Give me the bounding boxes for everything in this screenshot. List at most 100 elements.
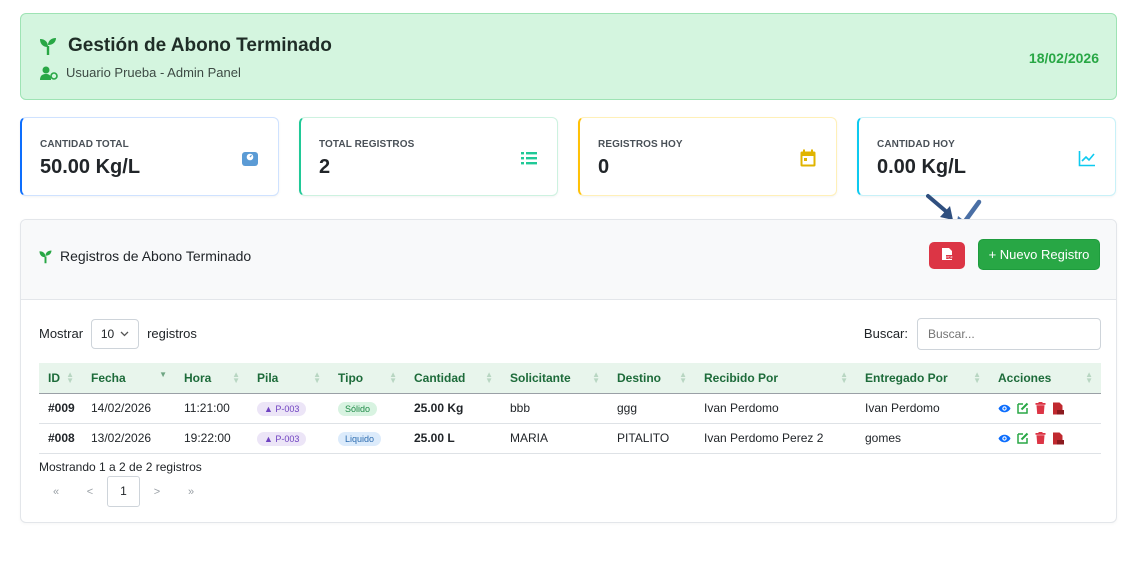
- cell-entregado-por: gomes: [856, 423, 989, 454]
- eye-icon[interactable]: [998, 433, 1011, 444]
- last-page-button[interactable]: »: [174, 486, 208, 498]
- stat-label: CANTIDAD HOY: [877, 139, 955, 150]
- cell-solicitante: MARIA: [501, 423, 608, 454]
- search-control: Buscar:: [863, 317, 1101, 350]
- records-panel: Registros de Abono Terminado PDF + Nuevo…: [20, 219, 1117, 523]
- page-1-button[interactable]: 1: [107, 476, 140, 507]
- user-cog-icon: [40, 66, 58, 80]
- page-size-select[interactable]: 10: [91, 318, 140, 349]
- prev-page-button[interactable]: <: [73, 486, 107, 498]
- stat-card-registros-hoy: REGISTROS HOY 0: [578, 117, 837, 196]
- edit-icon[interactable]: [1017, 432, 1029, 444]
- column-header-id[interactable]: ID ▲ ▼: [39, 363, 82, 393]
- cell-acciones: [989, 423, 1101, 454]
- cell-pila: ▲ P-003: [248, 423, 329, 454]
- new-record-button[interactable]: + Nuevo Registro: [978, 239, 1100, 270]
- column-header-fecha[interactable]: Fecha ▼: [82, 363, 175, 393]
- column-header-cantidad[interactable]: Cantidad ▲ ▼: [405, 363, 501, 393]
- column-header-solicitante[interactable]: Solicitante ▲ ▼: [501, 363, 608, 393]
- page-size-value: 10: [100, 326, 115, 341]
- cell-recibido-por: Ivan Perdomo: [695, 392, 856, 424]
- cell-destino: PITALITO: [608, 423, 695, 454]
- cell-id: #009: [39, 392, 82, 424]
- seedling-icon: [39, 250, 52, 263]
- table-row: #008 13/02/2026 19:22:00 ▲ P-003 Liquido…: [39, 423, 1101, 454]
- edit-icon[interactable]: [1017, 402, 1029, 414]
- column-header-tipo[interactable]: Tipo ▲ ▼: [329, 363, 405, 393]
- page-header: Gestión de Abono Terminado Usuario Prueb…: [20, 13, 1117, 100]
- column-header-recibido-por[interactable]: Recibido Por ▲ ▼: [695, 363, 856, 393]
- cell-fecha: 13/02/2026: [82, 423, 175, 454]
- cell-solicitante: bbb: [501, 392, 608, 424]
- column-header-hora[interactable]: Hora ▲ ▼: [175, 363, 248, 393]
- show-label: Mostrar: [39, 326, 84, 341]
- stat-value: 50.00 Kg/L: [40, 156, 141, 178]
- eye-icon[interactable]: [998, 403, 1011, 414]
- chart-line-icon: [1078, 151, 1095, 167]
- panel-header: Registros de Abono Terminado PDF + Nuevo…: [21, 220, 1116, 300]
- column-header-pila[interactable]: Pila ▲ ▼: [248, 363, 329, 393]
- stat-value: 2: [319, 156, 331, 178]
- chevron-down-icon: [120, 331, 129, 336]
- stats-cards: CANTIDAD TOTAL 50.00 Kg/L TOTAL REGISTRO…: [20, 117, 1117, 196]
- tipo-badge: Liquido: [338, 431, 382, 446]
- panel-title: Registros de Abono Terminado: [38, 248, 251, 264]
- cell-id: #008: [39, 423, 82, 454]
- stat-label: TOTAL REGISTROS: [319, 139, 415, 150]
- user-info: Usuario Prueba - Admin Panel: [40, 65, 241, 80]
- cell-destino: ggg: [608, 392, 695, 424]
- table-controls: Mostrar 10 registros Buscar:: [39, 317, 1101, 350]
- panel-title-text: Registros de Abono Terminado: [60, 248, 252, 264]
- cell-recibido-por: Ivan Perdomo Perez 2: [695, 423, 856, 454]
- page-title: Gestión de Abono Terminado: [68, 35, 332, 56]
- tipo-badge: Sólido: [338, 401, 378, 416]
- file-pdf-icon[interactable]: [1052, 432, 1064, 445]
- cell-cantidad: 25.00 Kg: [405, 392, 501, 424]
- cell-cantidad: 25.00 L: [405, 423, 501, 454]
- svg-text:PDF: PDF: [946, 255, 952, 259]
- file-pdf-icon[interactable]: [1052, 402, 1064, 415]
- pila-badge: ▲ P-003: [257, 431, 307, 446]
- table-info: Mostrando 1 a 2 de 2 registros: [39, 460, 202, 474]
- list-icon: [521, 152, 537, 165]
- stat-value: 0: [598, 156, 610, 178]
- stat-card-cantidad-hoy: CANTIDAD HOY 0.00 Kg/L: [857, 117, 1116, 196]
- column-header-entregado-por[interactable]: Entregado Por ▲ ▼: [856, 363, 989, 393]
- trash-icon[interactable]: [1035, 432, 1046, 444]
- page-size-control: Mostrar 10 registros: [39, 318, 197, 349]
- column-header-destino[interactable]: Destino ▲ ▼: [608, 363, 695, 393]
- first-page-button[interactable]: «: [39, 486, 73, 498]
- user-label: Usuario Prueba - Admin Panel: [66, 65, 241, 80]
- stat-value: 0.00 Kg/L: [877, 156, 966, 178]
- cell-hora: 19:22:00: [175, 423, 248, 454]
- stat-card-total-registros: TOTAL REGISTROS 2: [299, 117, 558, 196]
- title-row: Gestión de Abono Terminado: [38, 35, 332, 57]
- stat-label: CANTIDAD TOTAL: [40, 139, 129, 150]
- cell-tipo: Liquido: [329, 423, 405, 454]
- cell-acciones: [989, 392, 1101, 424]
- pagination: « < 1 > »: [39, 476, 208, 507]
- cell-pila: ▲ P-003: [248, 392, 329, 424]
- table-row: #009 14/02/2026 11:21:00 ▲ P-003 Sólido …: [39, 392, 1101, 424]
- cell-hora: 11:21:00: [175, 392, 248, 424]
- records-label: registros: [147, 326, 197, 341]
- stat-label: REGISTROS HOY: [598, 139, 683, 150]
- records-table: ID ▲ ▼ Fecha ▼ Hora ▲ ▼ Pila ▲ ▼ Tipo ▲ ▼ Cantida…: [39, 363, 1101, 454]
- seedling-icon: [40, 38, 56, 55]
- cell-tipo: Sólido: [329, 392, 405, 424]
- cell-entregado-por: Ivan Perdomo: [856, 392, 989, 424]
- weight-icon: [242, 152, 258, 166]
- next-page-button[interactable]: >: [140, 486, 174, 498]
- search-input[interactable]: [917, 317, 1101, 350]
- calendar-icon: [800, 149, 816, 167]
- export-pdf-button[interactable]: PDF: [929, 242, 965, 269]
- search-label: Buscar:: [863, 326, 908, 341]
- stat-card-cantidad-total: CANTIDAD TOTAL 50.00 Kg/L: [20, 117, 279, 196]
- file-pdf-icon: PDF: [942, 248, 953, 260]
- pila-badge: ▲ P-003: [257, 401, 307, 416]
- current-date: 18/02/2026: [1028, 50, 1099, 66]
- trash-icon[interactable]: [1035, 402, 1046, 414]
- table-header-row: ID ▲ ▼ Fecha ▼ Hora ▲ ▼ Pila ▲ ▼ Tipo ▲ ▼ Cantida…: [39, 363, 1101, 393]
- cell-fecha: 14/02/2026: [82, 392, 175, 424]
- column-header-acciones[interactable]: Acciones ▲ ▼: [989, 363, 1101, 393]
